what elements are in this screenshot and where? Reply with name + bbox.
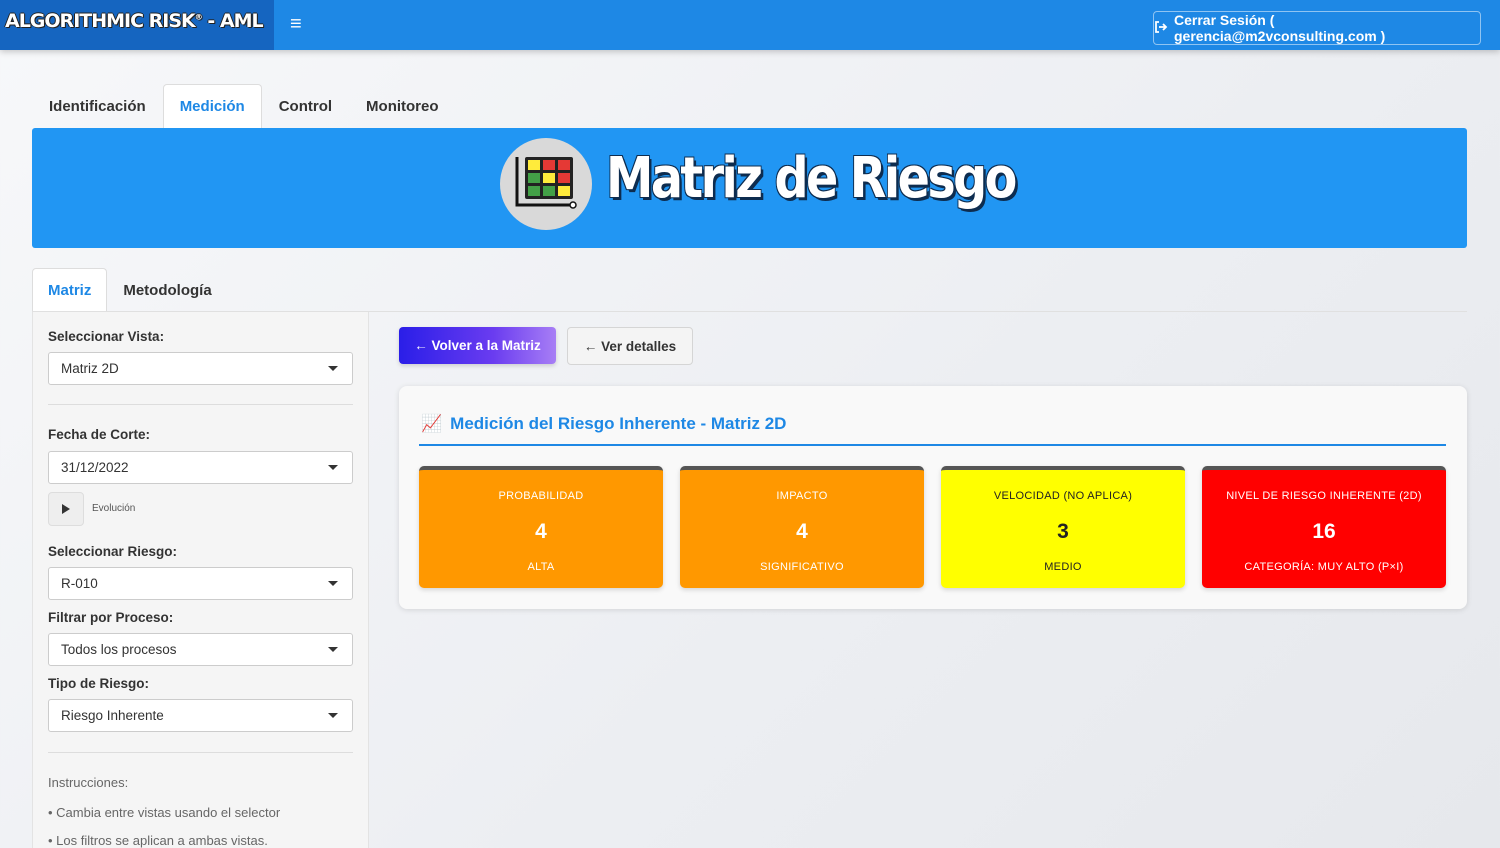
vista-value: Matriz 2D bbox=[61, 361, 119, 376]
back-to-matrix-button[interactable]: ← Volver a la Matriz bbox=[399, 327, 556, 364]
fecha-value: 31/12/2022 bbox=[61, 460, 129, 475]
card-label: IMPACTO bbox=[776, 490, 828, 502]
card-sublabel: ALTA bbox=[527, 561, 555, 573]
card-label: NIVEL DE RIESGO INHERENTE (2D) bbox=[1226, 490, 1422, 502]
tab-monitoreo[interactable]: Monitoreo bbox=[349, 84, 456, 128]
evolucion-label: Evolución bbox=[92, 503, 136, 514]
vista-label: Seleccionar Vista: bbox=[48, 329, 165, 344]
chevron-down-icon bbox=[328, 366, 338, 371]
tab-metodologia[interactable]: Metodología bbox=[107, 268, 227, 312]
card-sublabel: CATEGORÍA: MUY ALTO (P×I) bbox=[1244, 561, 1404, 573]
tipo-label: Tipo de Riesgo: bbox=[48, 676, 150, 691]
divider bbox=[48, 752, 353, 753]
tab-medicion[interactable]: Medición bbox=[162, 84, 262, 128]
instruction-item: • Cambia entre vistas usando el selector bbox=[48, 805, 281, 820]
impacto-card: IMPACTO 4 SIGNIFICATIVO bbox=[680, 466, 924, 588]
tipo-value: Riesgo Inherente bbox=[61, 708, 164, 723]
panel-title-text: Medición del Riesgo Inherente - Matriz 2… bbox=[450, 414, 787, 433]
logout-label: Cerrar Sesión ( gerencia@m2vconsulting.c… bbox=[1174, 12, 1386, 44]
filter-sidebar: Seleccionar Vista: Matriz 2D Fecha de Co… bbox=[32, 312, 369, 848]
velocidad-card: VELOCIDAD (NO APLICA) 3 MEDIO bbox=[941, 466, 1185, 588]
risk-matrix-icon bbox=[500, 138, 592, 230]
probabilidad-card: PROBABILIDAD 4 ALTA bbox=[419, 466, 663, 588]
menu-toggle-icon[interactable]: ≡ bbox=[290, 13, 302, 36]
chart-increasing-icon: 📈 bbox=[421, 414, 443, 433]
instructions-title: Instrucciones: bbox=[48, 775, 129, 790]
fecha-label: Fecha de Corte: bbox=[48, 427, 151, 442]
proceso-label: Filtrar por Proceso: bbox=[48, 610, 174, 625]
main-tabs: Identificación Medición Control Monitore… bbox=[32, 84, 456, 128]
nivel-riesgo-card: NIVEL DE RIESGO INHERENTE (2D) 16 CATEGO… bbox=[1202, 466, 1446, 588]
tipo-select[interactable]: Riesgo Inherente bbox=[48, 699, 353, 732]
card-label: VELOCIDAD (NO APLICA) bbox=[993, 490, 1133, 502]
tab-identificacion[interactable]: Identificación bbox=[32, 84, 163, 128]
measurement-panel: 📈 Medición del Riesgo Inherente - Matriz… bbox=[399, 386, 1467, 609]
card-value: 4 bbox=[535, 520, 547, 543]
app-brand: ALGORITHMIC RISK® - AML bbox=[0, 0, 274, 50]
card-value: 16 bbox=[1312, 520, 1336, 543]
proceso-value: Todos los procesos bbox=[61, 642, 177, 657]
sign-out-icon bbox=[1154, 20, 1168, 37]
page-banner: Matriz de Riesgo bbox=[32, 128, 1467, 248]
instruction-item: • Los filtros se aplican a ambas vistas. bbox=[48, 833, 268, 848]
fecha-select[interactable]: 31/12/2022 bbox=[48, 451, 353, 484]
proceso-select[interactable]: Todos los procesos bbox=[48, 633, 353, 666]
chevron-down-icon bbox=[328, 647, 338, 652]
brand-name: ALGORITHMIC RISK bbox=[5, 10, 196, 32]
play-button[interactable] bbox=[48, 492, 84, 526]
top-navbar: ALGORITHMIC RISK® - AML ≡ Cerrar Sesión … bbox=[0, 0, 1500, 50]
card-label: PROBABILIDAD bbox=[498, 490, 584, 502]
tab-control[interactable]: Control bbox=[262, 84, 349, 128]
chevron-down-icon bbox=[328, 581, 338, 586]
sub-tabs: Matriz Metodología bbox=[32, 268, 228, 312]
view-details-button[interactable]: ← Ver detalles bbox=[567, 327, 693, 365]
panel-title-underline bbox=[419, 444, 1446, 446]
riesgo-select[interactable]: R-010 bbox=[48, 567, 353, 600]
riesgo-label: Seleccionar Riesgo: bbox=[48, 544, 178, 559]
riesgo-value: R-010 bbox=[61, 576, 98, 591]
tab-matriz[interactable]: Matriz bbox=[32, 268, 108, 312]
chevron-down-icon bbox=[328, 713, 338, 718]
chevron-down-icon bbox=[328, 465, 338, 470]
divider bbox=[48, 404, 353, 405]
panel-title: 📈 Medición del Riesgo Inherente - Matriz… bbox=[421, 414, 786, 434]
brand-suffix: - AML bbox=[201, 10, 263, 32]
play-icon bbox=[62, 504, 70, 514]
card-value: 3 bbox=[1057, 520, 1069, 543]
card-sublabel: MEDIO bbox=[1044, 561, 1082, 573]
brand-registered-mark: ® bbox=[194, 12, 203, 22]
page-title: Matriz de Riesgo bbox=[606, 146, 1017, 211]
card-value: 4 bbox=[796, 520, 808, 543]
card-sublabel: SIGNIFICATIVO bbox=[760, 561, 844, 573]
logout-button[interactable]: Cerrar Sesión ( gerencia@m2vconsulting.c… bbox=[1153, 11, 1481, 45]
vista-select[interactable]: Matriz 2D bbox=[48, 352, 353, 385]
